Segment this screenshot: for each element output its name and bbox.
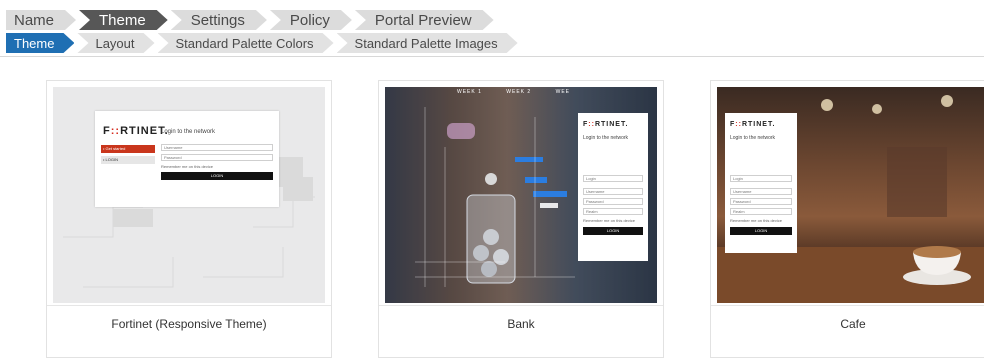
preview-login-button: LOGIN	[730, 227, 792, 235]
substep-palette-images[interactable]: Standard Palette Images	[337, 33, 518, 53]
fortinet-logo: F::RTINET.	[103, 125, 169, 137]
step-label: Portal Preview	[374, 11, 472, 29]
login-title: Login to the network	[583, 135, 629, 141]
preview-username-field: Username	[730, 188, 792, 195]
preview-form: Login Username Password Realm Remember m…	[730, 175, 792, 235]
preview-login-button: LOGIN	[583, 227, 643, 235]
substep-theme[interactable]: Theme	[6, 33, 74, 53]
preview-realm-select: Realm	[730, 208, 792, 215]
substep-label: Standard Palette Colors	[175, 35, 314, 51]
preview-realm-select: Realm	[583, 208, 643, 215]
preview-remember: Remember me on this device	[161, 164, 214, 169]
substep-palette-colors[interactable]: Standard Palette Colors	[158, 33, 334, 53]
theme-caption: Cafe	[840, 317, 866, 331]
fortinet-logo: F::RTINET.	[583, 121, 629, 128]
step-settings[interactable]: Settings	[171, 10, 267, 30]
theme-preview-image: WEEK 1 WEEK 2 WEE F::RTINET. Login to th…	[385, 87, 657, 303]
week-labels: WEEK 1 WEEK 2 WEE	[457, 89, 570, 95]
week-label: WEEK 1	[457, 89, 482, 95]
preview-password-field: Password	[161, 154, 273, 161]
fortinet-logo: F::RTINET.	[730, 121, 776, 128]
substep-label: Theme	[14, 35, 55, 51]
theme-preview-image: F::RTINET. Login to the network • Get st…	[53, 87, 325, 303]
preview-form: Login Username Password Realm Remember m…	[583, 175, 643, 235]
login-panel-preview: F::RTINET. Login to the network • Get st…	[95, 111, 279, 207]
preview-username-field: Username	[161, 144, 273, 151]
step-policy[interactable]: Policy	[270, 10, 352, 30]
step-label: Name	[14, 11, 55, 29]
step-name[interactable]: Name	[6, 10, 76, 30]
login-panel-preview: F::RTINET. Login to the network Login Us…	[578, 113, 648, 261]
step-label: Policy	[289, 11, 330, 29]
step-portal-preview[interactable]: Portal Preview	[355, 10, 494, 30]
preview-menu-item: • LOGIN	[101, 156, 155, 164]
theme-caption: Fortinet (Responsive Theme)	[111, 317, 267, 331]
wizard-breadcrumb: Name Theme Settings Policy Portal Previe…	[6, 10, 497, 30]
substep-layout[interactable]: Layout	[77, 33, 154, 53]
preview-remember: Remember me on this device	[730, 218, 783, 223]
step-label: Settings	[190, 11, 245, 29]
substep-label: Standard Palette Images	[354, 35, 498, 51]
theme-card-cafe[interactable]: F::RTINET. Login to the network Login Us…	[710, 80, 984, 358]
preview-password-field: Password	[730, 198, 792, 205]
preview-password-field: Password	[583, 198, 643, 205]
login-title: Login to the network	[161, 129, 216, 135]
sub-breadcrumb: Theme Layout Standard Palette Colors Sta…	[6, 33, 521, 53]
preview-remember: Remember me on this device	[583, 218, 636, 223]
preview-login-select: Login	[583, 175, 643, 182]
login-title: Login to the network	[730, 135, 776, 141]
step-label: Theme	[99, 11, 146, 29]
preview-login-button: LOGIN	[161, 172, 273, 180]
preview-username-field: Username	[583, 188, 643, 195]
preview-menu-item: • Get started	[101, 145, 155, 153]
header-divider	[0, 56, 984, 57]
theme-preview-image: F::RTINET. Login to the network Login Us…	[717, 87, 984, 303]
theme-card-fortinet[interactable]: F::RTINET. Login to the network • Get st…	[46, 80, 332, 358]
week-label: WEE	[555, 89, 570, 95]
login-panel-preview: F::RTINET. Login to the network Login Us…	[725, 113, 797, 253]
preview-form: Username Password Remember me on this de…	[161, 144, 273, 180]
substep-label: Layout	[95, 35, 135, 51]
theme-caption: Bank	[507, 317, 535, 331]
step-theme[interactable]: Theme	[79, 10, 168, 30]
preview-login-select: Login	[730, 175, 792, 182]
week-label: WEEK 2	[506, 89, 532, 95]
theme-card-bank[interactable]: WEEK 1 WEEK 2 WEE F::RTINET. Login to th…	[378, 80, 664, 358]
